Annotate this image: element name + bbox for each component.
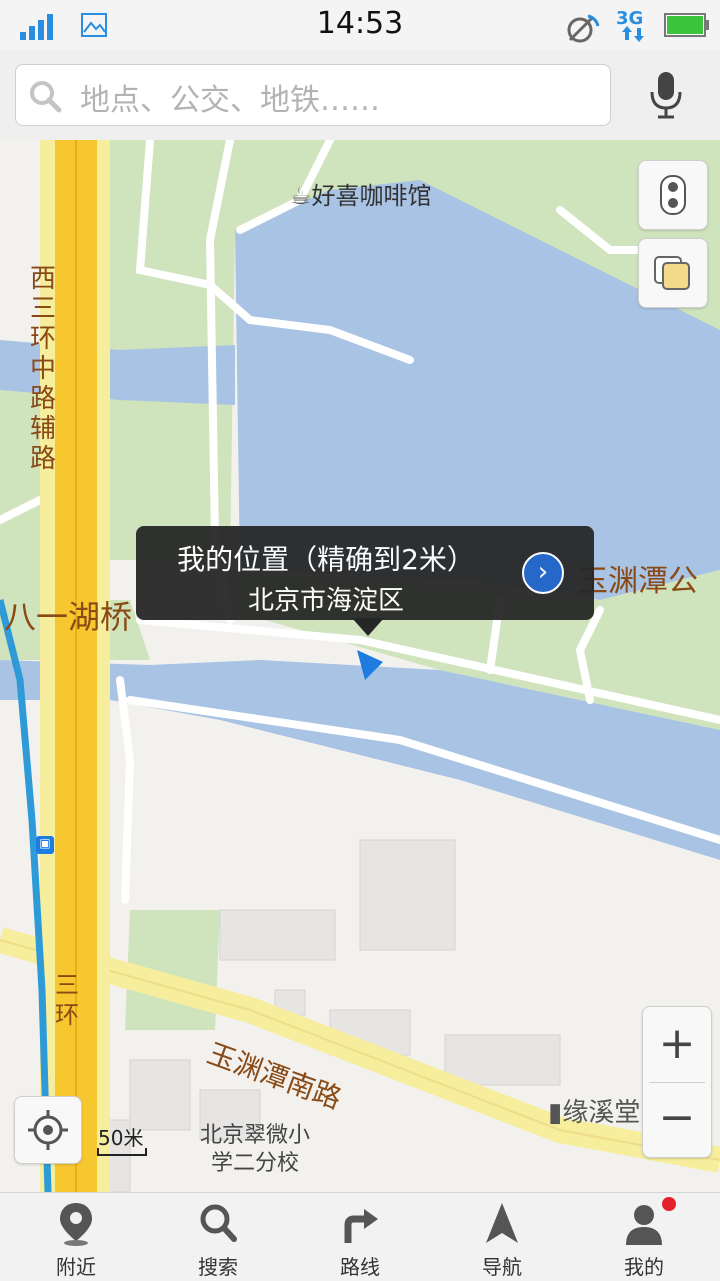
nav-route-label: 路线 — [340, 1255, 380, 1279]
bottom-nav: 附近 搜索 路线 导航 我的 — [0, 1192, 720, 1281]
navigation-arrow-icon — [486, 1203, 518, 1243]
search-input[interactable]: 地点、公交、地铁…… — [15, 64, 611, 126]
nav-search[interactable]: 搜索 — [146, 1193, 290, 1281]
nav-navigation[interactable]: 导航 — [430, 1193, 574, 1281]
bridge-label: 八一湖桥 — [4, 598, 133, 636]
locate-me-button[interactable] — [14, 1096, 82, 1164]
my-location-title: 我的位置（精确到2米） — [177, 543, 475, 576]
traffic-light-icon — [660, 175, 686, 215]
road-label-sanhuan: 三环 — [55, 971, 79, 1029]
nav-me[interactable]: 我的 — [572, 1193, 716, 1281]
road-label-xisanhuan: 西三环中路辅路 — [29, 264, 56, 474]
zoom-out-button[interactable]: − — [643, 1083, 711, 1157]
layers-icon — [654, 256, 690, 290]
search-icon — [30, 81, 62, 113]
nav-me-label: 我的 — [624, 1255, 664, 1279]
zoom-controls: + − — [642, 1006, 712, 1158]
poi-cafe[interactable]: ☕好喜咖啡馆 — [290, 176, 432, 211]
clock: 14:53 — [316, 6, 404, 41]
poi-school[interactable]: 北京翠微小 学二分校 — [200, 1122, 310, 1178]
notification-dot — [662, 1197, 676, 1211]
microphone-icon[interactable] — [648, 72, 684, 120]
poi-yuanxi[interactable]: ▮缘溪堂 — [548, 1092, 640, 1129]
location-pin-icon — [60, 1203, 92, 1246]
search-placeholder: 地点、公交、地铁…… — [80, 83, 380, 118]
my-location-district: 北京市海淀区 — [247, 586, 404, 616]
callout-detail-button[interactable]: › — [522, 552, 564, 594]
nav-nearby-label: 附近 — [56, 1255, 96, 1279]
data-transfer-icon — [622, 26, 644, 42]
crosshair-icon — [28, 1110, 68, 1150]
nav-search-label: 搜索 — [198, 1255, 238, 1279]
my-location-callout[interactable]: 我的位置（精确到2米） 北京市海淀区 › — [136, 526, 594, 620]
scale-label: 50米 — [98, 1126, 144, 1150]
map-view[interactable]: ☕好喜咖啡馆 西三环中路辅路 八一湖桥 玉渊潭公 玉渊潭南路 ▮缘溪堂 北京翠微… — [0, 140, 720, 1192]
bus-stop-icon[interactable]: ▣ — [36, 836, 54, 854]
battery-icon — [664, 13, 709, 37]
traffic-toggle-button[interactable] — [638, 160, 708, 230]
map-canvas — [0, 140, 720, 1192]
user-icon — [626, 1205, 662, 1245]
search-bar: 地点、公交、地铁…… — [0, 50, 720, 141]
scale-bar — [97, 1148, 147, 1156]
park-label: 玉渊潭公 — [578, 564, 698, 599]
route-icon — [344, 1209, 378, 1243]
nav-navigation-label: 导航 — [482, 1255, 522, 1279]
gps-signal-icon — [567, 14, 600, 43]
layers-button[interactable] — [638, 238, 708, 308]
nav-route[interactable]: 路线 — [288, 1193, 432, 1281]
search-icon — [200, 1204, 237, 1242]
zoom-in-button[interactable]: + — [643, 1007, 711, 1081]
callout-pointer — [352, 618, 384, 636]
nav-nearby[interactable]: 附近 — [4, 1193, 148, 1281]
status-bar: 14:53 3G — [0, 0, 720, 50]
